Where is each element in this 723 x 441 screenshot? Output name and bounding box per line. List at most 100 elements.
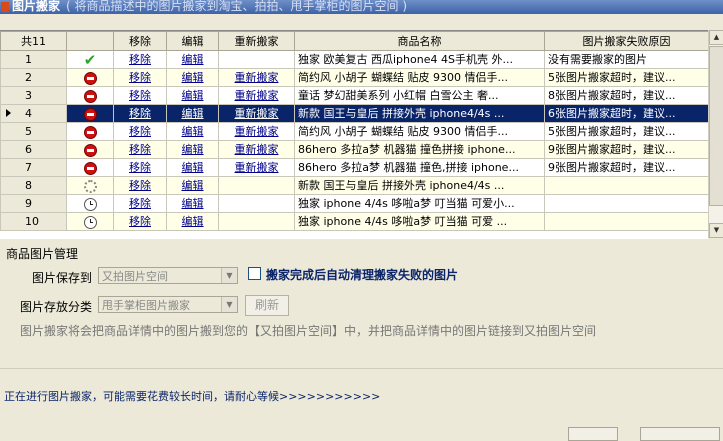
save-to-select[interactable]: 又拍图片空间 ▼ [98, 267, 238, 284]
app-icon [1, 2, 9, 12]
no-entry-icon [83, 89, 97, 103]
row-number[interactable]: 3 [0, 86, 67, 105]
fail-reason-cell: 6张图片搬家超时，建议... [544, 104, 708, 123]
header-count[interactable]: 共11 [0, 31, 67, 51]
row-number-text: 3 [25, 89, 32, 102]
header-product-name[interactable]: 商品名称 [294, 31, 545, 51]
remove-link[interactable]: 移除 [129, 197, 151, 210]
product-name-cell: 简约风 小胡子 蝴蝶结 贴皮 9300 情侣手... [294, 122, 545, 141]
chevron-down-icon[interactable]: ▼ [221, 297, 237, 312]
table-row[interactable]: 8 移除 编辑 新款 国王与皇后 拼接外壳 iphone4/4s ... [0, 176, 708, 195]
row-number[interactable]: 8 [0, 176, 67, 195]
remove-link[interactable]: 移除 [129, 53, 151, 66]
edit-cell: 编辑 [166, 122, 219, 141]
header-edit[interactable]: 编辑 [166, 31, 219, 51]
scroll-up-button[interactable]: ▲ [709, 30, 723, 45]
retry-cell: 重新搬家 [218, 122, 295, 141]
status-cell [66, 158, 114, 177]
edit-link[interactable]: 编辑 [182, 107, 204, 120]
title-bar: 图片搬家 ( 将商品描述中的图片搬家到淘宝、拍拍、甩手掌柜的图片空间 ) [0, 0, 723, 14]
retry-link[interactable]: 重新搬家 [235, 71, 279, 84]
retry-cell: 重新搬家 [218, 140, 295, 159]
remove-link[interactable]: 移除 [129, 179, 151, 192]
fail-reason-cell: 9张图片搬家超时，建议... [544, 140, 708, 159]
save-to-value: 又拍图片空间 [102, 270, 168, 283]
edit-link[interactable]: 编辑 [182, 161, 204, 174]
scroll-thumb[interactable] [709, 46, 723, 206]
retry-link[interactable]: 重新搬家 [235, 125, 279, 138]
category-select[interactable]: 甩手掌柜图片搬家 ▼ [98, 296, 238, 313]
row-number-text: 4 [25, 107, 32, 120]
scroll-down-button[interactable]: ▼ [709, 223, 723, 238]
header-fail-reason[interactable]: 图片搬家失败原因 [544, 31, 708, 51]
edit-link[interactable]: 编辑 [182, 125, 204, 138]
table-row[interactable]: 4 移除 编辑 重新搬家 新款 国王与皇后 拼接外壳 iphone4/4s ... 6张图… [0, 104, 708, 123]
checkmark-icon: ✔ [83, 50, 97, 69]
divider [0, 368, 723, 369]
product-name-cell: 独家 iphone 4/4s 哆啦a梦 叮当猫 可爱小... [294, 194, 545, 213]
table-row[interactable]: 10 移除 编辑 独家 iphone 4/4s 哆啦a梦 叮当猫 可爱 ... [0, 212, 708, 231]
retry-link[interactable]: 重新搬家 [235, 143, 279, 156]
edit-link[interactable]: 编辑 [182, 89, 204, 102]
retry-cell: 重新搬家 [218, 68, 295, 87]
retry-cell [218, 50, 295, 69]
retry-link[interactable]: 重新搬家 [235, 107, 279, 120]
row-number[interactable]: 7 [0, 158, 67, 177]
remove-link[interactable]: 移除 [129, 107, 151, 120]
auto-clean-checkbox[interactable] [248, 267, 261, 280]
fail-reason-cell: 没有需要搬家的图片 [544, 50, 708, 69]
remove-link[interactable]: 移除 [129, 215, 151, 228]
remove-link[interactable]: 移除 [129, 89, 151, 102]
row-number[interactable]: 2 [0, 68, 67, 87]
panel-hint: 图片搬家将会把商品详情中的图片搬到您的【又拍图片空间】中，并把商品详情中的图片链… [20, 324, 597, 338]
row-number[interactable]: 5 [0, 122, 67, 141]
retry-cell [218, 176, 295, 195]
header-remove[interactable]: 移除 [113, 31, 167, 51]
edit-link[interactable]: 编辑 [182, 143, 204, 156]
no-entry-icon [83, 125, 97, 139]
table-row[interactable]: 1 ✔ 移除 编辑 独家 欧美复古 西瓜iphone4 4S手机壳 外... 没有需要搬家… [0, 50, 708, 69]
product-name-cell: 新款 国王与皇后 拼接外壳 iphone4/4s ... [294, 104, 545, 123]
bottom-button-right[interactable] [640, 427, 720, 441]
bottom-button-left[interactable] [568, 427, 618, 441]
auto-clean-label[interactable]: 搬家完成后自动清理搬家失败的图片 [266, 266, 458, 283]
remove-cell: 移除 [113, 158, 167, 177]
edit-cell: 编辑 [166, 140, 219, 159]
retry-link[interactable]: 重新搬家 [235, 161, 279, 174]
edit-link[interactable]: 编辑 [182, 215, 204, 228]
row-number-text: 1 [25, 53, 32, 66]
remove-link[interactable]: 移除 [129, 143, 151, 156]
table-row[interactable]: 3 移除 编辑 重新搬家 童话 梦幻甜美系列 小红帽 白雪公主 奢... 8张图片搬家超时… [0, 86, 708, 105]
header-status[interactable] [66, 31, 114, 51]
remove-link[interactable]: 移除 [129, 71, 151, 84]
edit-link[interactable]: 编辑 [182, 71, 204, 84]
row-number[interactable]: 10 [0, 212, 67, 231]
header-retry[interactable]: 重新搬家 [218, 31, 295, 51]
table-row[interactable]: 5 移除 编辑 重新搬家 简约风 小胡子 蝴蝶结 贴皮 9300 情侣手... 5张图片搬… [0, 122, 708, 141]
remove-link[interactable]: 移除 [129, 125, 151, 138]
table-vertical-scrollbar[interactable]: ▲ ▼ [708, 30, 723, 238]
table-row[interactable]: 7 移除 编辑 重新搬家 86hero 多拉a梦 机器猫 撞色,拼接 iphone...… [0, 158, 708, 177]
remove-link[interactable]: 移除 [129, 161, 151, 174]
retry-link[interactable]: 重新搬家 [235, 89, 279, 102]
edit-cell: 编辑 [166, 68, 219, 87]
row-number[interactable]: 9 [0, 194, 67, 213]
table-row[interactable]: 2 移除 编辑 重新搬家 简约风 小胡子 蝴蝶结 贴皮 9300 情侣手... 5张图片搬… [0, 68, 708, 87]
chevron-down-icon[interactable]: ▼ [221, 268, 237, 283]
edit-link[interactable]: 编辑 [182, 53, 204, 66]
edit-cell: 编辑 [166, 212, 219, 231]
row-number[interactable]: 1 [0, 50, 67, 69]
status-cell [66, 194, 114, 213]
row-number-text: 7 [25, 161, 32, 174]
remove-cell: 移除 [113, 104, 167, 123]
edit-link[interactable]: 编辑 [182, 197, 204, 210]
row-number[interactable]: 4 [0, 104, 67, 123]
refresh-button[interactable]: 刷新 [245, 295, 289, 316]
table-row[interactable]: 6 移除 编辑 重新搬家 86hero 多拉a梦 机器猫 撞色拼接 iphone... 9… [0, 140, 708, 159]
row-number[interactable]: 6 [0, 140, 67, 159]
edit-link[interactable]: 编辑 [182, 179, 204, 192]
table-row[interactable]: 9 移除 编辑 独家 iphone 4/4s 哆啦a梦 叮当猫 可爱小... [0, 194, 708, 213]
product-name-cell: 86hero 多拉a梦 机器猫 撞色拼接 iphone... [294, 140, 545, 159]
edit-cell: 编辑 [166, 176, 219, 195]
no-entry-icon [83, 71, 97, 85]
